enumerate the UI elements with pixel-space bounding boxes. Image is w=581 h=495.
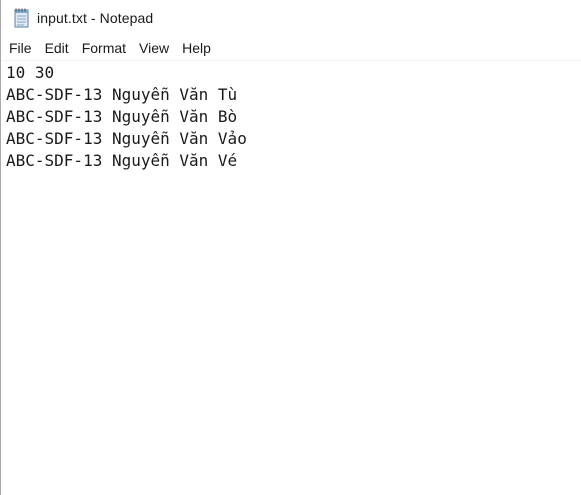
menu-edit[interactable]: Edit (38, 38, 75, 58)
menu-format[interactable]: Format (75, 38, 132, 58)
text-line: ABC-SDF-13 Nguyễn Văn Vé (6, 151, 238, 170)
text-line: ABC-SDF-13 Nguyễn Văn Tù (6, 85, 238, 104)
menu-view[interactable]: View (132, 38, 175, 58)
window-title: input.txt - Notepad (37, 9, 154, 26)
menu-bar: File Edit Format View Help (1, 35, 581, 61)
menu-file[interactable]: File (1, 38, 38, 58)
notepad-icon (13, 8, 31, 28)
text-line: 10 30 (6, 63, 55, 82)
text-editor-area[interactable]: 10 30 ABC-SDF-13 Nguyễn Văn Tù ABC-SDF-1… (1, 62, 581, 495)
text-line: ABC-SDF-13 Nguyễn Văn Vảo (6, 129, 247, 148)
menu-help[interactable]: Help (175, 38, 217, 58)
notepad-window: input.txt - Notepad File Edit Format Vie… (0, 0, 581, 495)
text-line: ABC-SDF-13 Nguyễn Văn Bò (6, 107, 238, 126)
title-bar[interactable]: input.txt - Notepad (1, 0, 581, 35)
